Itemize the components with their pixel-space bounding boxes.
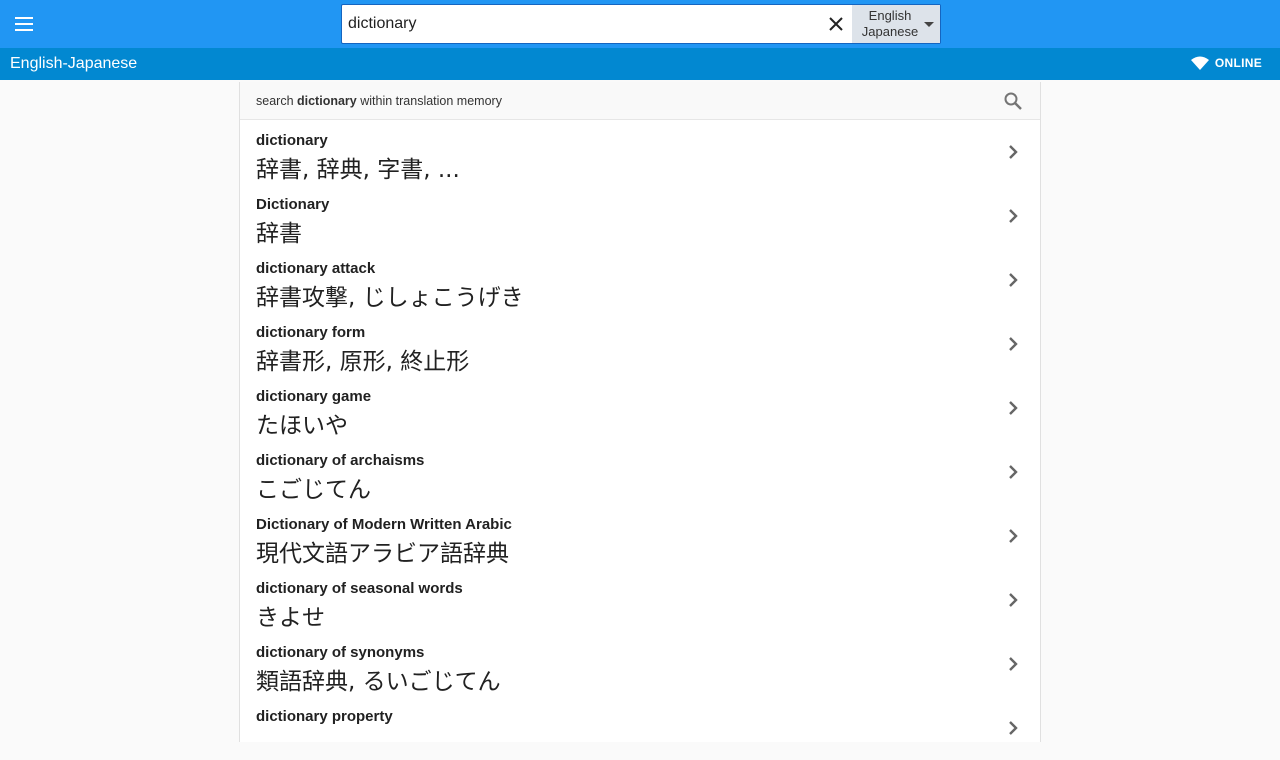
language-pair-label: English Japanese (862, 8, 918, 40)
dictionary-title: English-Japanese (10, 55, 138, 72)
menu-icon (15, 17, 33, 31)
result-row[interactable]: dictionary 辞書, 辞典, 字書, ... (240, 120, 1040, 184)
dictionary-subbar: English-Japanese ONLINE (0, 48, 1280, 80)
search-input[interactable] (342, 5, 820, 43)
result-row[interactable]: dictionary attack 辞書攻撃, じしょこうげき (240, 248, 1040, 312)
result-row[interactable]: dictionary of seasonal words きよせ (240, 568, 1040, 632)
result-translation: 類語辞典, るいごじてん (256, 669, 501, 695)
chevron-right-icon (1009, 209, 1018, 223)
translation-memory-text: search dictionary within translation mem… (256, 94, 502, 108)
result-term: dictionary game (256, 388, 372, 405)
wifi-icon (1190, 56, 1209, 70)
chevron-right-icon (1009, 465, 1018, 479)
status-text: ONLINE (1214, 56, 1262, 70)
result-term: dictionary form (256, 324, 366, 341)
translation-memory-search[interactable]: search dictionary within translation mem… (240, 82, 1040, 120)
memory-suffix: within translation memory (356, 94, 502, 108)
memory-prefix: search (256, 94, 297, 108)
result-term: dictionary property (256, 708, 393, 725)
result-translation: 辞書, 辞典, 字書, ... (256, 157, 460, 183)
result-row[interactable]: dictionary property (240, 696, 1040, 760)
result-term: dictionary attack (256, 260, 376, 277)
dropdown-caret-icon (924, 21, 935, 27)
menu-button[interactable] (6, 6, 42, 42)
chevron-right-icon (1009, 145, 1018, 159)
memory-term: dictionary (297, 94, 357, 108)
result-translation: たほいや (256, 413, 348, 439)
result-row[interactable]: dictionary form 辞書形, 原形, 終止形 (240, 312, 1040, 376)
result-translation: 辞書攻撃, じしょこうげき (256, 285, 524, 311)
result-translation: 辞書形, 原形, 終止形 (256, 349, 470, 375)
search-box: English Japanese (341, 4, 941, 44)
result-translation: こごじてん (256, 477, 371, 503)
search-icon (1004, 92, 1022, 110)
result-row[interactable]: Dictionary 辞書 (240, 184, 1040, 248)
target-language: Japanese (861, 24, 919, 39)
chevron-right-icon (1009, 273, 1018, 287)
chevron-right-icon (1009, 529, 1018, 543)
result-row[interactable]: dictionary of synonyms 類語辞典, るいごじてん (240, 632, 1040, 696)
language-pair-select[interactable]: English Japanese (852, 5, 940, 43)
chevron-right-icon (1009, 337, 1018, 351)
result-translation: 辞書 (256, 221, 302, 247)
chevron-right-icon (1009, 593, 1018, 607)
connection-status: ONLINE (1190, 56, 1262, 70)
results-list: dictionary 辞書, 辞典, 字書, ... Dictionary 辞書 dic… (240, 120, 1040, 760)
result-term: Dictionary (256, 196, 330, 213)
result-row[interactable]: dictionary of archaisms こごじてん (240, 440, 1040, 504)
result-term: dictionary (256, 132, 328, 149)
result-row[interactable]: dictionary game たほいや (240, 376, 1040, 440)
result-term: Dictionary of Modern Written Arabic (256, 516, 512, 533)
result-row[interactable]: Dictionary of Modern Written Arabic 現代文語ア… (240, 504, 1040, 568)
clear-search-button[interactable] (820, 5, 852, 43)
result-translation: 現代文語アラビア語辞典 (256, 541, 509, 567)
top-app-bar: English Japanese (0, 0, 1280, 48)
result-term: dictionary of synonyms (256, 644, 425, 661)
result-term: dictionary of archaisms (256, 452, 425, 469)
result-translation: きよせ (256, 605, 325, 631)
chevron-right-icon (1009, 657, 1018, 671)
chevron-right-icon (1009, 401, 1018, 415)
result-term: dictionary of seasonal words (256, 580, 463, 597)
close-icon (829, 17, 843, 31)
source-language: English (868, 8, 912, 23)
results-panel: search dictionary within translation mem… (239, 82, 1041, 742)
chevron-right-icon (1009, 721, 1018, 735)
